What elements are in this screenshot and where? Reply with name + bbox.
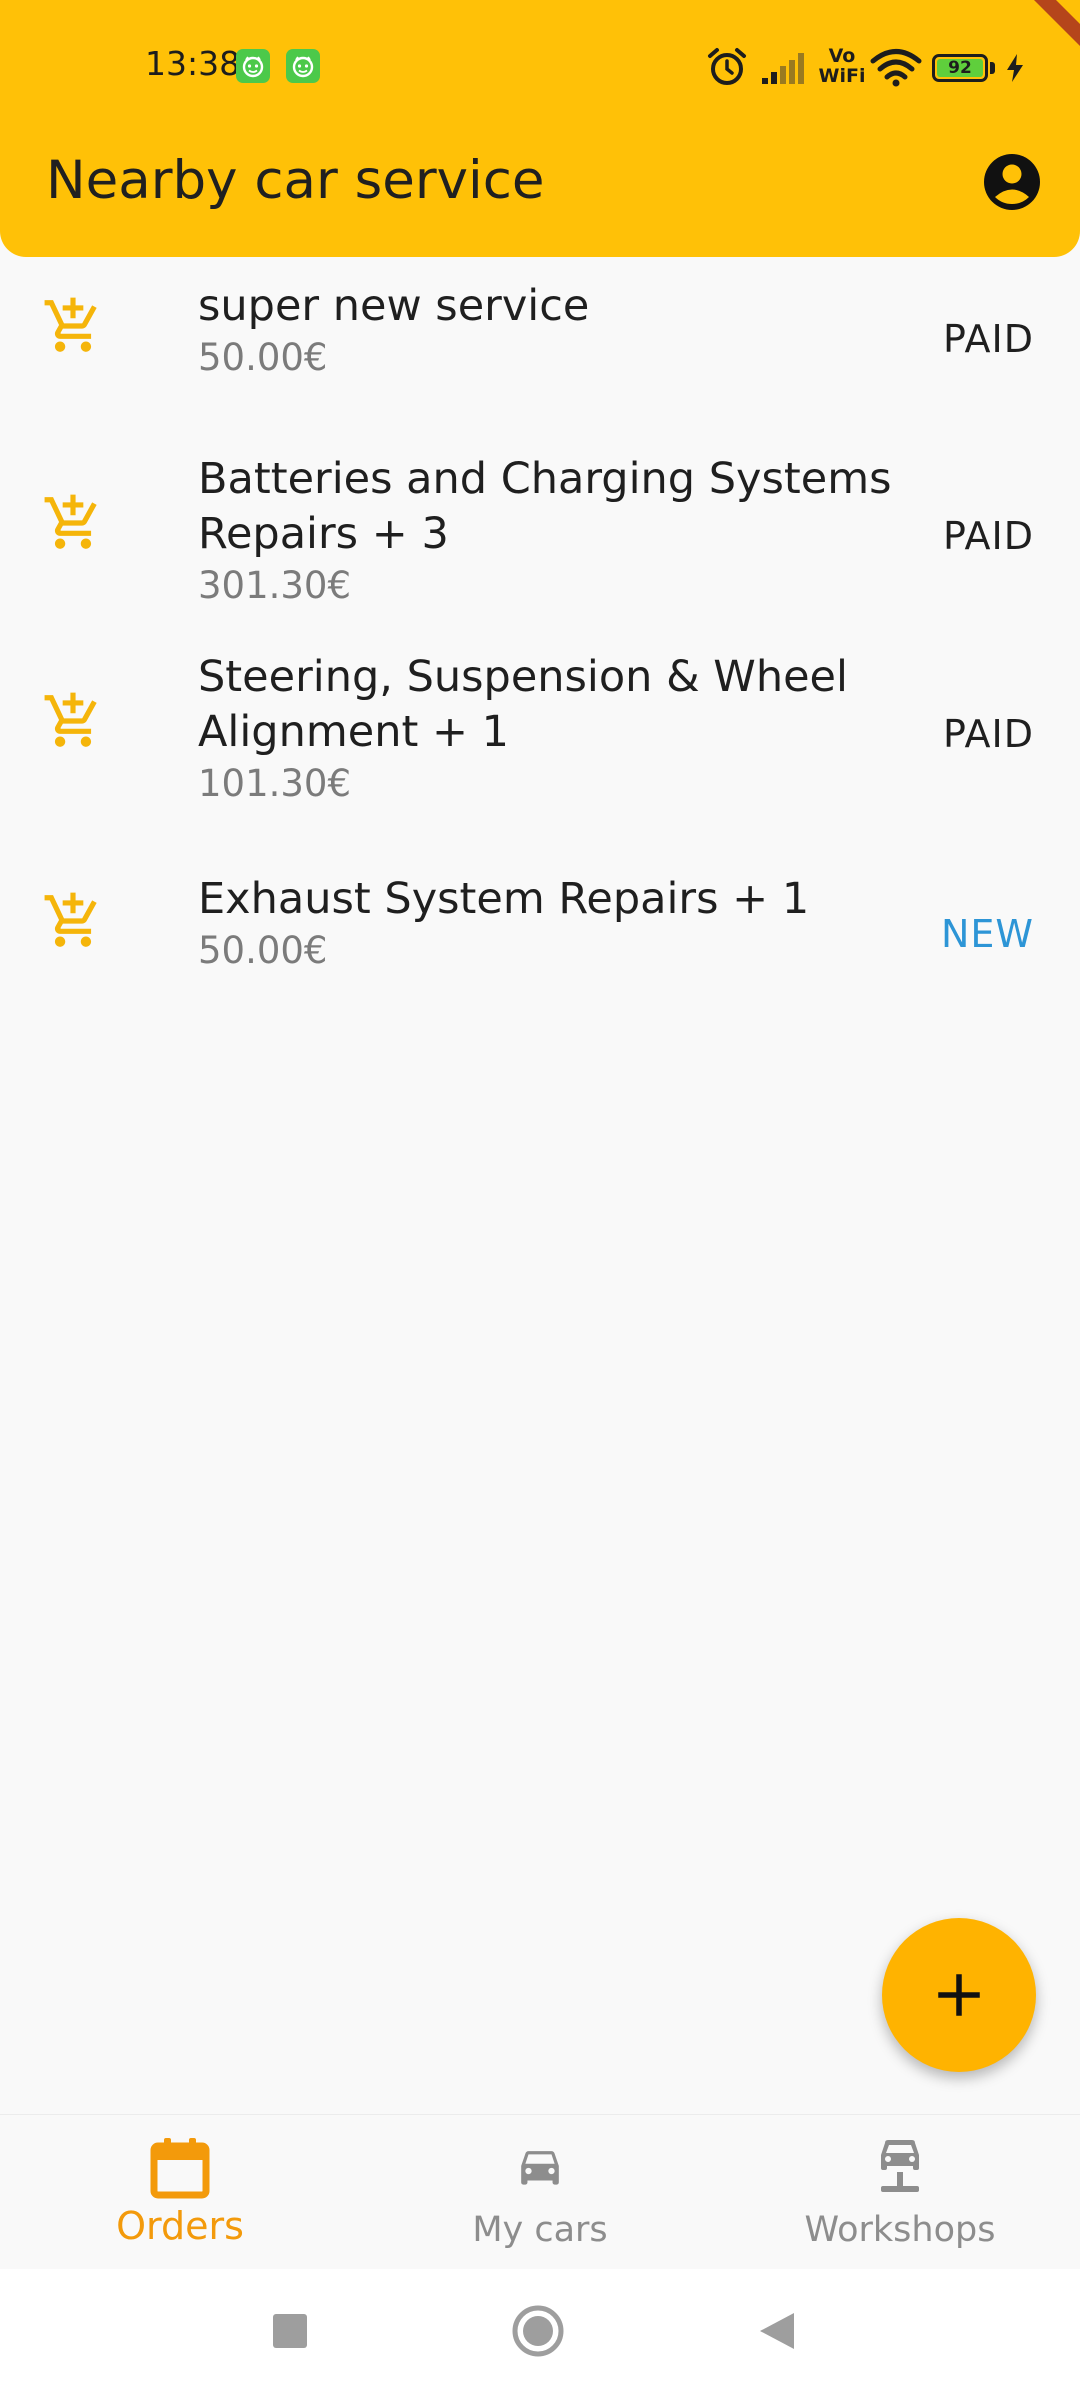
status-badge: PAID — [943, 317, 1034, 361]
account-circle-icon[interactable] — [982, 152, 1042, 212]
add-order-button[interactable] — [882, 1918, 1036, 2072]
recents-icon[interactable] — [272, 2313, 308, 2353]
bottom-navigation: Orders My cars Workshops — [0, 2114, 1080, 2270]
car-lift-icon — [875, 2139, 925, 2199]
list-item[interactable]: Steering, Suspension & Wheel Alignment +… — [0, 650, 1080, 830]
calendar-icon — [150, 2137, 210, 2203]
status-time: 13:38 — [145, 44, 241, 83]
nav-label: Workshops — [804, 2210, 996, 2250]
nav-item-my-cars[interactable]: My cars — [360, 2115, 720, 2270]
add-shopping-cart-icon — [42, 690, 104, 752]
nav-label: Orders — [116, 2204, 244, 2248]
nav-item-workshops[interactable]: Workshops — [720, 2115, 1080, 2270]
system-navigation-bar — [0, 2269, 1080, 2400]
page-title: Nearby car service — [46, 150, 545, 211]
order-price: 50.00€ — [198, 336, 328, 379]
status-badge: PAID — [943, 712, 1034, 756]
notification-app-icon — [286, 49, 320, 83]
back-icon[interactable] — [758, 2311, 796, 2355]
order-price: 301.30€ — [198, 564, 352, 607]
order-title: Exhaust System Repairs + 1 — [198, 874, 810, 924]
add-shopping-cart-icon — [42, 295, 104, 357]
plus-icon — [938, 1974, 980, 2016]
home-icon[interactable] — [510, 2303, 566, 2363]
add-shopping-cart-icon — [42, 492, 104, 554]
debug-banner — [1020, 0, 1080, 64]
add-shopping-cart-icon — [42, 890, 104, 952]
battery-level: 92 — [937, 59, 983, 77]
signal-icon — [760, 50, 810, 90]
wifi-icon — [870, 48, 922, 92]
alarm-icon — [706, 46, 748, 92]
status-badge: NEW — [940, 912, 1034, 956]
car-icon — [513, 2147, 567, 2197]
status-icons: Vo WiFi 92 — [704, 40, 1044, 96]
battery-icon: 92 — [932, 54, 988, 82]
notification-app-icon — [236, 49, 270, 83]
nav-item-orders[interactable]: Orders — [0, 2115, 360, 2270]
list-item[interactable]: super new service 50.00€ PAID — [0, 279, 1080, 439]
order-title: Steering, Suspension & Wheel Alignment +… — [198, 652, 848, 757]
app-bar: 13:38 Vo WiFi 92 Nearby car service — [0, 0, 1080, 257]
order-price: 101.30€ — [198, 762, 352, 805]
order-title: super new service — [198, 281, 590, 331]
nav-label: My cars — [472, 2210, 608, 2250]
list-item[interactable]: Batteries and Charging Systems Repairs +… — [0, 452, 1080, 632]
list-item[interactable]: Exhaust System Repairs + 1 50.00€ NEW — [0, 872, 1080, 1032]
battery-cap — [990, 62, 995, 74]
vowifi-icon: Vo WiFi — [818, 45, 866, 87]
status-badge: PAID — [943, 514, 1034, 558]
order-price: 50.00€ — [198, 929, 328, 972]
order-title: Batteries and Charging Systems Repairs +… — [198, 454, 892, 559]
